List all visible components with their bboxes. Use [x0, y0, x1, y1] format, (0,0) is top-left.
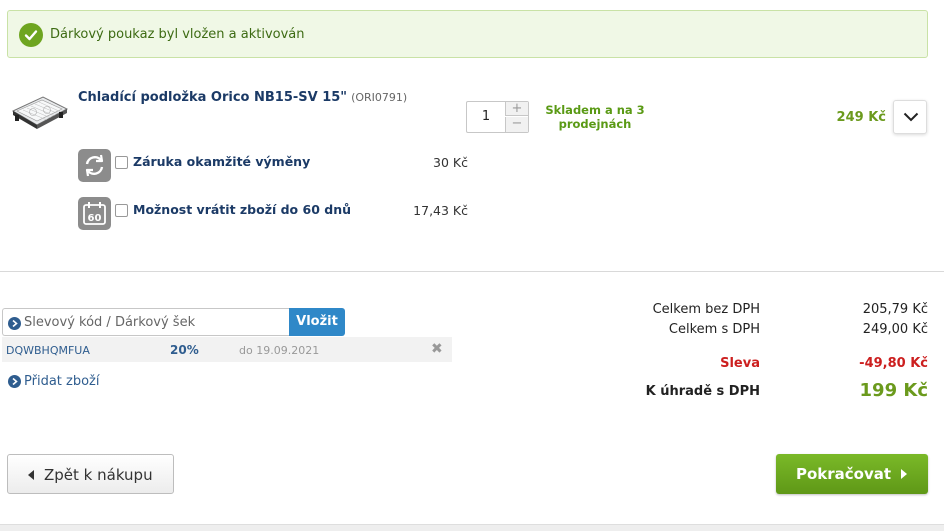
exchange-arrows-icon — [78, 149, 111, 182]
coupon-form: Vložit — [2, 308, 345, 336]
summary-total-label: K úhradě s DPH — [645, 384, 760, 399]
add-item-label[interactable]: Přidat zboží — [24, 374, 99, 389]
quantity-stepper[interactable]: 1 + − — [466, 101, 529, 133]
service-warranty-price: 30 Kč — [433, 155, 468, 170]
page-footer-edge — [0, 524, 944, 531]
arrow-right-circle-icon — [8, 375, 21, 388]
continue-label[interactable]: Pokračovat — [796, 465, 891, 483]
service-return-label[interactable]: Možnost vrátit zboží do 60 dnů — [133, 202, 351, 217]
coupon-submit-button[interactable]: Vložit — [289, 308, 345, 336]
calendar-60-icon: 60 — [78, 197, 111, 230]
quantity-decrease-button[interactable]: − — [505, 117, 528, 132]
summary-without-vat-label: Celkem bez DPH — [652, 302, 760, 317]
back-to-shop-button[interactable]: Zpět k nákupu — [7, 454, 174, 494]
summary-total-value: 199 Kč — [859, 380, 928, 401]
quantity-increase-button[interactable]: + — [505, 102, 528, 116]
service-warranty-checkbox[interactable] — [115, 156, 128, 169]
chevron-down-icon — [903, 112, 919, 122]
section-divider — [0, 271, 944, 272]
continue-button[interactable]: Pokračovat — [776, 454, 928, 494]
quantity-value[interactable]: 1 — [467, 102, 505, 132]
summary-with-vat-value: 249,00 Kč — [862, 322, 928, 337]
coupon-input[interactable] — [24, 309, 286, 335]
voucher-code: DQWBHQMFUA — [6, 344, 90, 357]
product-code: (ORI0791) — [351, 91, 408, 104]
product-price: 249 Kč — [836, 110, 886, 125]
summary-discount-value: -49,80 Kč — [859, 356, 928, 371]
success-alert: Dárkový poukaz byl vložen a aktivován — [7, 10, 928, 58]
service-return-checkbox[interactable] — [115, 204, 128, 217]
applied-voucher-row: DQWBHQMFUA 20% do 19.09.2021 ✖ — [2, 337, 452, 362]
stock-status: Skladem a na 3 prodejnách — [545, 103, 645, 131]
summary-without-vat-value: 205,79 Kč — [862, 302, 928, 317]
coupon-field[interactable] — [2, 308, 290, 336]
caret-left-icon — [28, 470, 34, 480]
service-warranty-label[interactable]: Záruka okamžité výměny — [133, 154, 310, 169]
product-name-link[interactable]: Chladící podložka Orico NB15-SV 15" (ORI0… — [78, 90, 407, 105]
voucher-valid-until: do 19.09.2021 — [239, 344, 320, 357]
svg-text:60: 60 — [88, 213, 102, 224]
alert-message: Dárkový poukaz byl vložen a aktivován — [50, 27, 305, 42]
summary-with-vat-label: Celkem s DPH — [668, 322, 760, 337]
product-image[interactable] — [9, 93, 69, 135]
product-options-toggle[interactable] — [893, 100, 927, 134]
back-to-shop-label[interactable]: Zpět k nákupu — [44, 466, 153, 484]
remove-voucher-icon[interactable]: ✖ — [431, 341, 443, 357]
check-circle-icon — [19, 23, 43, 47]
product-name[interactable]: Chladící podložka Orico NB15-SV 15" — [78, 90, 347, 105]
voucher-discount: 20% — [170, 343, 199, 357]
caret-right-icon — [901, 469, 907, 479]
arrow-right-circle-icon — [8, 317, 21, 330]
summary-discount-label: Sleva — [720, 356, 760, 371]
service-return-price: 17,43 Kč — [413, 203, 468, 218]
